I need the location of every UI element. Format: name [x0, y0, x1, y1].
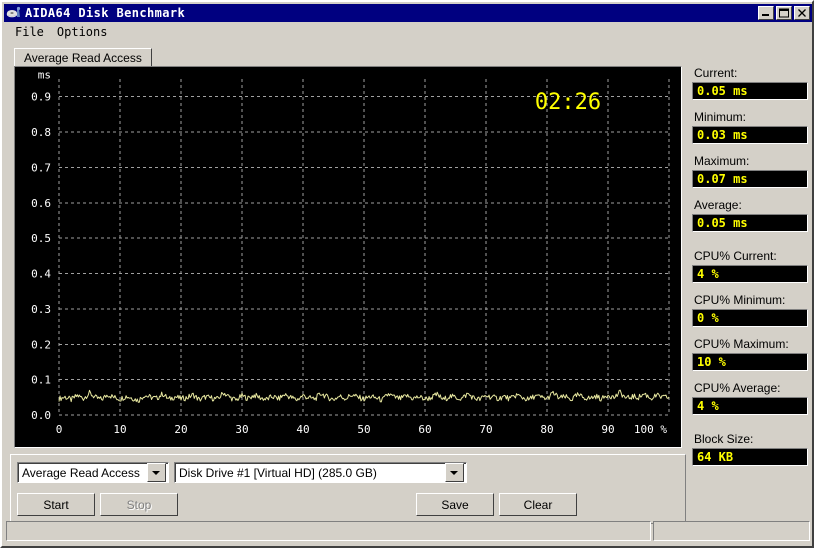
stat-value-average: 0.05 ms — [697, 216, 748, 230]
stat-box-cpu-current: 4 % — [692, 265, 808, 283]
stop-button: Stop — [100, 493, 178, 516]
y-tick-label: 0.1 — [31, 374, 51, 387]
tab-average-read-access[interactable]: Average Read Access — [14, 48, 152, 68]
status-pane-right — [653, 521, 810, 541]
elapsed-timer: 02:26 — [535, 90, 601, 115]
stat-value-cpu-maximum: 10 % — [697, 355, 726, 369]
stat-box-current: 0.05 ms — [692, 82, 808, 100]
y-tick-label: 0.8 — [31, 126, 51, 139]
save-button-label: Save — [441, 497, 469, 512]
y-tick-label: 0.2 — [31, 338, 51, 351]
chevron-down-icon[interactable] — [445, 463, 464, 482]
minimize-icon[interactable] — [758, 6, 774, 20]
x-tick-label: 50 — [357, 423, 370, 436]
title-bar[interactable]: AIDA64 Disk Benchmark — [4, 4, 812, 22]
stat-box-cpu-maximum: 10 % — [692, 353, 808, 371]
x-tick-label: 60 — [418, 423, 431, 436]
menu-item-options[interactable]: Options — [51, 24, 115, 40]
stop-button-label: Stop — [126, 497, 152, 512]
close-icon[interactable] — [794, 6, 810, 20]
stat-label-cpu-minimum: CPU% Minimum: — [694, 293, 786, 307]
stat-label-cpu-average: CPU% Average: — [694, 381, 781, 395]
benchmark-chart: 0.0 0.1 0.2 0.3 0.4 0.5 0.6 0.7 0.8 0.9 ms 0 10 20 30 4… — [14, 66, 682, 448]
stat-value-cpu-minimum: 0 % — [697, 311, 719, 325]
start-button-label: Start — [43, 497, 69, 512]
window-controls — [758, 6, 811, 20]
stat-value-maximum: 0.07 ms — [697, 172, 748, 186]
stat-value-cpu-current: 4 % — [697, 267, 719, 281]
chart-canvas: 0.0 0.1 0.2 0.3 0.4 0.5 0.6 0.7 0.8 0.9 ms 0 10 20 30 4… — [15, 67, 681, 447]
save-button[interactable]: Save — [416, 493, 494, 516]
stat-box-block-size: 64 KB — [692, 448, 808, 466]
window-title: AIDA64 Disk Benchmark — [25, 6, 186, 20]
y-tick-label: 0.9 — [31, 91, 51, 104]
chart-background — [15, 67, 681, 447]
y-tick-label: 0.0 — [31, 409, 51, 422]
app-root: AIDA64 Disk Benchmark File Options Avera… — [0, 0, 814, 548]
stat-box-average: 0.05 ms — [692, 214, 808, 232]
drive-select-value: Disk Drive #1 [Virtual HD] (285.0 GB) — [179, 465, 377, 480]
x-tick-label: 70 — [479, 423, 492, 436]
start-button[interactable]: Start — [17, 493, 95, 516]
y-tick-label: 0.7 — [31, 161, 51, 174]
clear-button-label: Clear — [523, 497, 553, 512]
stat-value-cpu-average: 4 % — [697, 399, 719, 413]
x-tick-label: 80 — [540, 423, 553, 436]
stat-label-average: Average: — [694, 198, 742, 212]
tab-strip: Average Read Access — [12, 48, 686, 68]
stat-box-maximum: 0.07 ms — [692, 170, 808, 188]
stat-label-block-size: Block Size: — [694, 432, 754, 446]
status-pane-left — [6, 521, 651, 541]
stat-label-cpu-maximum: CPU% Maximum: — [694, 337, 789, 351]
stat-box-cpu-minimum: 0 % — [692, 309, 808, 327]
x-tick-label: 20 — [174, 423, 187, 436]
stat-label-minimum: Minimum: — [694, 110, 747, 124]
stat-box-cpu-average: 4 % — [692, 397, 808, 415]
stat-label-maximum: Maximum: — [694, 154, 750, 168]
y-axis-unit-label: ms — [38, 69, 51, 82]
x-tick-label: 40 — [296, 423, 309, 436]
stats-panel: Current: 0.05 ms Minimum: 0.03 ms Maximum: 0.… — [692, 66, 808, 476]
y-tick-label: 0.6 — [31, 197, 51, 210]
x-tick-label: 10 — [113, 423, 126, 436]
test-type-select[interactable]: Average Read Access — [17, 462, 169, 483]
control-panel: Average Read Access Disk Drive #1 [Virtu… — [10, 454, 686, 524]
y-tick-label: 0.4 — [31, 268, 51, 281]
stat-value-minimum: 0.03 ms — [697, 128, 748, 142]
stat-label-cpu-current: CPU% Current: — [694, 249, 777, 263]
disk-icon — [6, 5, 22, 21]
stat-label-current: Current: — [694, 66, 738, 80]
y-tick-label: 0.5 — [31, 232, 51, 245]
chevron-down-icon[interactable] — [147, 463, 166, 482]
x-tick-label: 90 — [601, 423, 614, 436]
status-bar — [6, 521, 810, 541]
x-tick-label: 0 — [56, 423, 63, 436]
menu-item-file[interactable]: File — [9, 24, 51, 40]
maximize-icon[interactable] — [776, 6, 792, 20]
drive-select[interactable]: Disk Drive #1 [Virtual HD] (285.0 GB) — [174, 462, 467, 483]
y-tick-label: 0.3 — [31, 303, 51, 316]
stat-box-minimum: 0.03 ms — [692, 126, 808, 144]
stat-value-block-size: 64 KB — [697, 450, 734, 464]
stat-value-current: 0.05 ms — [697, 84, 748, 98]
test-type-value: Average Read Access — [22, 465, 140, 480]
main-window: AIDA64 Disk Benchmark File Options Avera… — [0, 0, 814, 548]
x-tick-label: 30 — [235, 423, 248, 436]
menu-bar: File Options — [4, 23, 812, 41]
clear-button[interactable]: Clear — [499, 493, 577, 516]
x-tick-label: 100 % — [634, 423, 667, 436]
